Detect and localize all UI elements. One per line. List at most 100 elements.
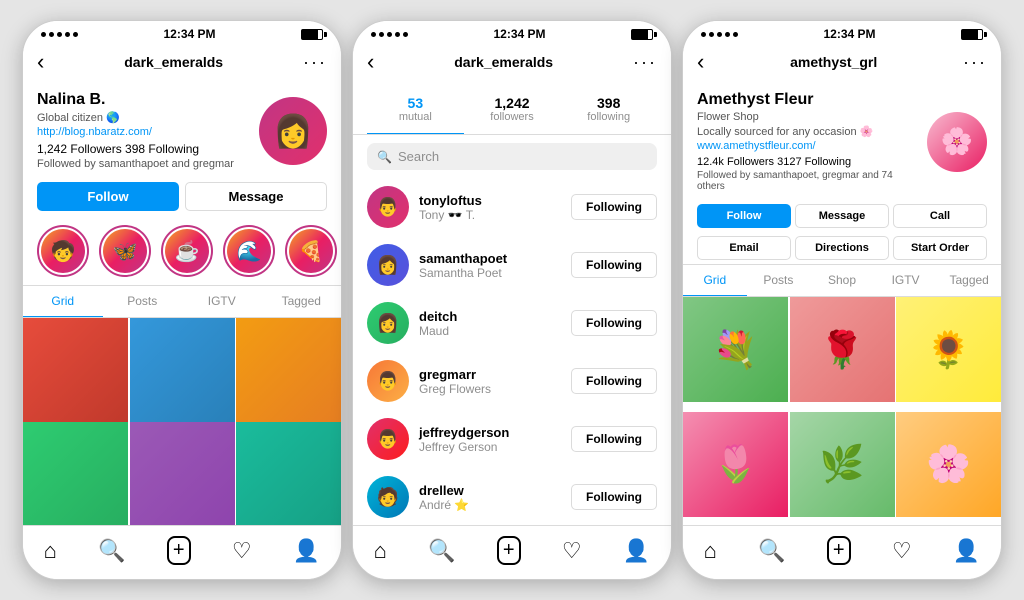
profile-avatar-1: 👩 (259, 97, 327, 165)
tab-followers[interactable]: 1,242 followers (464, 87, 561, 134)
profile-content-1: Nalina B. Global citizen 🌎 http://blog.n… (23, 81, 341, 525)
back-button-2[interactable]: ‹ (367, 49, 374, 75)
search-icon-2[interactable]: 🔍 (428, 538, 455, 564)
following-button-5[interactable]: Following (571, 426, 657, 452)
follow-button-3[interactable]: Follow (697, 204, 791, 228)
home-icon-2[interactable]: ⌂ (374, 538, 387, 564)
signal-dots-3 (701, 32, 738, 37)
follow-button-1[interactable]: Follow (37, 182, 179, 211)
grid-cell-3[interactable] (236, 318, 341, 423)
tab-posts-3[interactable]: Posts (747, 265, 811, 296)
follower-name-3: Maud (419, 324, 561, 338)
flower-grid-cell-4[interactable]: 🌷 (683, 412, 788, 517)
nav-bar-2: ‹ dark_emeralds ··· (353, 45, 671, 81)
follower-avatar-5: 👨 (367, 418, 409, 460)
more-button-3[interactable]: ··· (963, 52, 987, 73)
directions-button-3[interactable]: Directions (795, 236, 889, 260)
follower-item-2: 👩 samanthapoet Samantha Poet Following (353, 236, 671, 294)
story-5[interactable]: 🍕 (285, 225, 337, 277)
follower-username-4: gregmarr (419, 367, 561, 382)
follower-info-5: jeffreydgerson Jeffrey Gerson (419, 425, 561, 454)
mutual-tabs: 53 mutual 1,242 followers 398 following (367, 87, 657, 134)
tab-tagged-1[interactable]: Tagged (262, 286, 342, 317)
follower-info-6: drellew André ⭐ (419, 483, 561, 512)
flower-grid-cell-3[interactable]: 🌻 (896, 297, 1001, 402)
story-3[interactable]: ☕ (161, 225, 213, 277)
followers-list: 👨 tonyloftus Tony 🕶️ T. Following 👩 sama… (353, 178, 671, 525)
search-icon-3[interactable]: 🔍 (758, 538, 785, 564)
heart-icon-3[interactable]: ♡ (892, 538, 912, 564)
tab-grid-1[interactable]: Grid (23, 286, 103, 317)
flower-grid-cell-5[interactable]: 🌿 (790, 412, 895, 517)
profile-link-1[interactable]: http://blog.nbaratz.com/ (37, 126, 249, 138)
search-icon-1[interactable]: 🔍 (98, 538, 125, 564)
story-4[interactable]: 🌊 (223, 225, 275, 277)
profile-icon-2[interactable]: 👤 (623, 538, 650, 564)
more-button-2[interactable]: ··· (633, 52, 657, 73)
following-button-4[interactable]: Following (571, 368, 657, 394)
message-button-3[interactable]: Message (795, 204, 889, 228)
profile-tabs-3: Grid Posts Shop IGTV Tagged (683, 264, 1001, 297)
screenshots-container: 12:34 PM ‹ dark_emeralds ··· Nalina B. G… (2, 0, 1022, 600)
nav-bar-3: ‹ amethyst_grl ··· (683, 45, 1001, 81)
profile-followed-by-3: Followed by samanthapoet, gregmar and 74… (697, 170, 917, 192)
add-icon-1[interactable]: + (167, 536, 191, 565)
profile-icon-1[interactable]: 👤 (293, 538, 320, 564)
following-button-3[interactable]: Following (571, 310, 657, 336)
profile-name-3: Amethyst Fleur (697, 91, 917, 109)
grid-cell-6[interactable] (236, 422, 341, 525)
tab-tagged-3[interactable]: Tagged (937, 265, 1001, 296)
home-icon-3[interactable]: ⌂ (704, 538, 717, 564)
following-button-2[interactable]: Following (571, 252, 657, 278)
tab-shop-3[interactable]: Shop (810, 265, 874, 296)
story-2[interactable]: 🦋 (99, 225, 151, 277)
follower-item-3: 👩 deitch Maud Following (353, 294, 671, 352)
message-button-1[interactable]: Message (185, 182, 327, 211)
tab-posts-1[interactable]: Posts (103, 286, 183, 317)
more-button-1[interactable]: ··· (303, 52, 327, 73)
profile-icon-3[interactable]: 👤 (953, 538, 980, 564)
grid-cell-4[interactable] (23, 422, 128, 525)
heart-icon-2[interactable]: ♡ (562, 538, 582, 564)
tab-igtv-1[interactable]: IGTV (182, 286, 262, 317)
search-box[interactable]: 🔍 Search (367, 143, 657, 170)
tab-following[interactable]: 398 following (560, 87, 657, 134)
status-time-2: 12:34 PM (493, 27, 545, 41)
tab-mutual[interactable]: 53 mutual (367, 87, 464, 134)
profile-stats-3: 12.4k Followers 3127 Following (697, 156, 917, 168)
start-order-button-3[interactable]: Start Order (893, 236, 987, 260)
add-icon-3[interactable]: + (827, 536, 851, 565)
flower-grid-cell-6[interactable]: 🌸 (896, 412, 1001, 517)
tab-grid-3[interactable]: Grid (683, 265, 747, 296)
home-icon-1[interactable]: ⌂ (44, 538, 57, 564)
following-button-6[interactable]: Following (571, 484, 657, 510)
follower-item-5: 👨 jeffreydgerson Jeffrey Gerson Followin… (353, 410, 671, 468)
status-icons-3 (961, 29, 983, 40)
add-icon-2[interactable]: + (497, 536, 521, 565)
profile-subtitle-3: Locally sourced for any occasion 🌸 (697, 125, 917, 138)
follower-avatar-6: 🧑 (367, 476, 409, 518)
bottom-nav-2: ⌂ 🔍 + ♡ 👤 (353, 525, 671, 579)
back-button-3[interactable]: ‹ (697, 49, 704, 75)
nav-title-3: amethyst_grl (790, 54, 877, 70)
flower-grid-cell-1[interactable]: 💐 (683, 297, 788, 402)
grid-cell-5[interactable] (130, 422, 235, 525)
mutual-count: 53 (371, 95, 460, 111)
grid-cell-1[interactable] (23, 318, 128, 423)
follower-name-4: Greg Flowers (419, 382, 561, 396)
call-button-3[interactable]: Call (893, 204, 987, 228)
following-button-1[interactable]: Following (571, 194, 657, 220)
follower-info-1: tonyloftus Tony 🕶️ T. (419, 193, 561, 222)
profile-name-1: Nalina B. (37, 91, 249, 109)
heart-icon-1[interactable]: ♡ (232, 538, 252, 564)
flower-grid-cell-2[interactable]: 🌹 (790, 297, 895, 402)
profile-content-3: Amethyst Fleur Flower Shop Locally sourc… (683, 81, 1001, 525)
status-time-3: 12:34 PM (823, 27, 875, 41)
grid-cell-2[interactable] (130, 318, 235, 423)
story-1[interactable]: 🧒 (37, 225, 89, 277)
profile-link-3[interactable]: www.amethystfleur.com/ (697, 140, 917, 152)
email-button-3[interactable]: Email (697, 236, 791, 260)
back-button-1[interactable]: ‹ (37, 49, 44, 75)
tab-igtv-3[interactable]: IGTV (874, 265, 938, 296)
follower-item-1: 👨 tonyloftus Tony 🕶️ T. Following (353, 178, 671, 236)
